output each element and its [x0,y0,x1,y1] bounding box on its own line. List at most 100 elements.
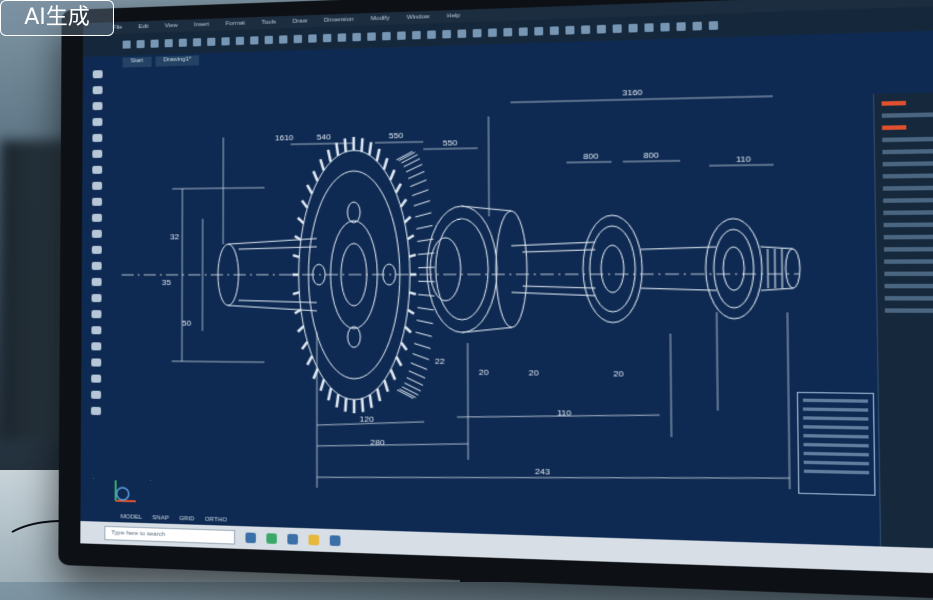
menu-item[interactable]: Window [407,14,430,21]
toolbar-tool-icon[interactable] [294,35,302,43]
menu-item[interactable]: View [165,23,178,29]
app-icon[interactable] [287,534,298,545]
toolbar-tool-icon[interactable] [207,38,215,46]
draw-tool-icon[interactable] [91,358,101,366]
toolbar-tool-icon[interactable] [250,36,258,44]
spline-end [761,247,801,291]
toolbar-tool-icon[interactable] [265,36,273,44]
toolbar-tool-icon[interactable] [338,33,346,41]
toolbar-tool-icon[interactable] [382,32,391,41]
drawing-canvas[interactable]: 3160 1610 540 550 550 800 800 110 32 35 … [111,50,814,512]
toolbar-tool-icon[interactable] [367,32,376,40]
status-toggle[interactable]: GRID [179,516,194,523]
menu-item[interactable]: Help [447,13,460,20]
dim-label: 800 [583,151,599,161]
draw-tool-icon[interactable] [92,134,102,142]
cad-app-icon[interactable] [330,535,341,546]
tab-start[interactable]: Start [123,57,152,68]
toolbar-tool-icon[interactable] [323,34,331,42]
dim-label: 35 [162,278,172,287]
toolbar-tool-icon[interactable] [151,40,159,48]
menu-item[interactable]: File [113,25,123,31]
toolbar-tool-icon[interactable] [397,31,406,40]
draw-tool-icon[interactable] [92,246,102,254]
toolbar-tool-icon[interactable] [236,37,244,45]
browser-icon[interactable] [266,533,276,544]
draw-tool-icon[interactable] [91,310,101,318]
draw-tool-icon[interactable] [91,326,101,334]
toolbar-tool-icon[interactable] [581,25,590,34]
folder-icon[interactable] [309,535,320,546]
menu-item[interactable]: Draw [293,18,308,25]
menu-item[interactable]: Modify [371,15,390,22]
draw-tool-icon[interactable] [91,391,101,399]
menu-item[interactable]: Tools [261,19,275,26]
draw-tool-icon[interactable] [91,407,101,415]
dim-label: 540 [317,132,332,142]
toolbar-tool-icon[interactable] [165,39,173,47]
left-tool-palette [87,70,107,503]
menu-item[interactable]: Edit [138,24,148,30]
taskbar: Type here to search [80,521,933,574]
dim-label: 22 [435,356,445,366]
toolbar-tool-icon[interactable] [442,30,451,39]
toolbar-tool-icon[interactable] [179,39,187,47]
draw-tool-icon[interactable] [92,230,102,238]
toolbar-tool-icon[interactable] [427,30,436,39]
toolbar-tool-icon[interactable] [644,23,653,32]
draw-tool-icon[interactable] [91,342,101,350]
status-toggle[interactable]: ORTHO [205,517,227,524]
draw-tool-icon[interactable] [92,118,102,126]
draw-tool-icon[interactable] [92,214,102,222]
menu-item[interactable]: Format [225,21,244,28]
toolbar-tool-icon[interactable] [519,27,528,36]
status-toggle[interactable]: SNAP [152,515,169,522]
task-view-icon[interactable] [245,532,255,543]
draw-tool-icon[interactable] [91,375,101,383]
ucs-icon [111,475,141,506]
toolbar-tool-icon[interactable] [565,26,574,35]
toolbar-tool-icon[interactable] [137,40,145,48]
toolbar-tool-icon[interactable] [709,21,718,30]
dim-label: 280 [370,438,385,448]
toolbar-tool-icon[interactable] [693,22,702,31]
draw-tool-icon[interactable] [92,182,102,190]
draw-tool-icon[interactable] [92,166,102,174]
toolbar-tool-icon[interactable] [193,38,201,46]
dim-label: 120 [359,414,374,424]
draw-tool-icon[interactable] [92,150,102,158]
toolbar-tool-icon[interactable] [457,29,466,38]
taskbar-search-input[interactable]: Type here to search [104,526,235,545]
toolbar-tool-icon[interactable] [660,23,669,32]
status-toggle[interactable]: MODEL [121,514,143,521]
toolbar-tool-icon[interactable] [221,37,229,45]
toolbar-tool-icon[interactable] [613,24,622,33]
draw-tool-icon[interactable] [92,278,102,286]
toolbar-tool-icon[interactable] [473,29,482,38]
draw-tool-icon[interactable] [93,70,103,78]
toolbar-tool-icon[interactable] [534,27,543,36]
toolbar-tool-icon[interactable] [412,31,421,40]
menu-item[interactable]: Dimension [324,17,354,24]
toolbar-tool-icon[interactable] [488,28,497,37]
menu-item[interactable]: Insert [194,22,209,29]
toolbar-tool-icon[interactable] [597,25,606,34]
draw-tool-icon[interactable] [92,198,102,206]
tab-drawing[interactable]: Drawing1* [155,55,199,66]
toolbar-tool-icon[interactable] [352,33,360,41]
toolbar-tool-icon[interactable] [550,26,559,35]
draw-tool-icon[interactable] [92,262,102,270]
toolbar-tool-icon[interactable] [123,40,131,48]
draw-tool-icon[interactable] [93,102,103,110]
dim-label: 243 [535,467,551,477]
toolbar-tool-icon[interactable] [676,22,685,31]
toolbar-tool-icon[interactable] [628,24,637,33]
toolbar-tool-icon[interactable] [279,35,287,43]
draw-tool-icon[interactable] [92,294,102,302]
ai-generated-watermark: AI生成 [0,0,114,36]
draw-tool-icon[interactable] [93,86,103,94]
toolbar-tool-icon[interactable] [503,28,512,37]
dim-label: 550 [389,131,404,141]
dim-label: 20 [529,368,540,378]
toolbar-tool-icon[interactable] [308,34,316,42]
